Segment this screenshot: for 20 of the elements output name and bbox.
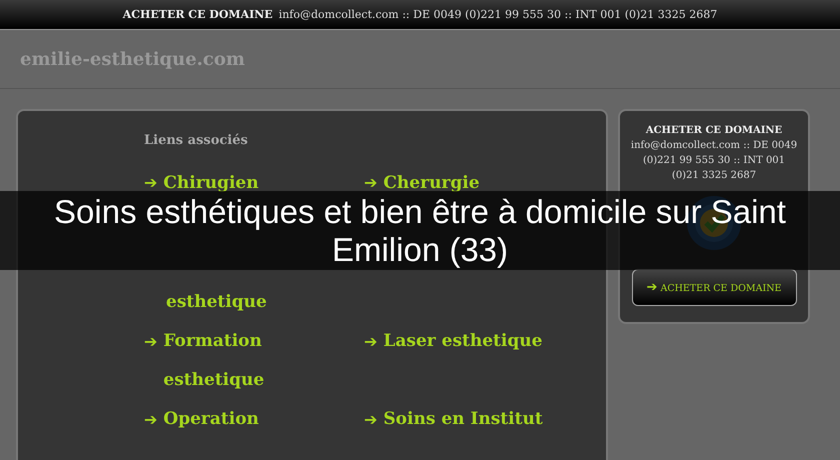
top-bar-title: ACHETER CE DOMAINE bbox=[122, 8, 273, 21]
related-link[interactable]: Soins en Institut bbox=[383, 400, 543, 439]
arrow-icon: ➔ bbox=[144, 322, 158, 361]
sale-title: ACHETER CE DOMAINE bbox=[646, 125, 782, 136]
related-link[interactable]: Laser esthetique bbox=[383, 322, 542, 361]
arrow-icon: ➔ bbox=[364, 174, 378, 192]
related-link[interactable]: Cherurgie bbox=[383, 174, 480, 192]
related-link[interactable]: esthetique bbox=[166, 283, 267, 322]
top-bar-contact: info@domcollect.com :: DE 0049 (0)221 99 555 30 :: INT 001 (0)21 3325 2687 bbox=[278, 8, 718, 21]
related-link[interactable]: Formation esthetique bbox=[163, 322, 354, 400]
related-link[interactable]: Operation bbox=[163, 400, 259, 439]
sale-contact: info@domcollect.com :: DE 0049 (0)221 99 555 30 :: INT 001 (0)21 3325 2687 bbox=[630, 139, 798, 183]
buy-domain-button[interactable]: ➔ ACHETER CE DOMAINE bbox=[632, 269, 796, 306]
related-link[interactable]: Chirugien bbox=[163, 174, 259, 192]
arrow-icon: ➔ bbox=[144, 174, 158, 192]
arrow-icon: ➔ bbox=[364, 322, 378, 361]
links-heading: Liens associés bbox=[144, 133, 249, 148]
arrow-icon: ➔ bbox=[364, 400, 378, 439]
arrow-icon: ➔ bbox=[144, 400, 158, 439]
caption-text: Soins esthétiques et bien être à domicile sur Saint Emilion (33) bbox=[53, 192, 787, 268]
